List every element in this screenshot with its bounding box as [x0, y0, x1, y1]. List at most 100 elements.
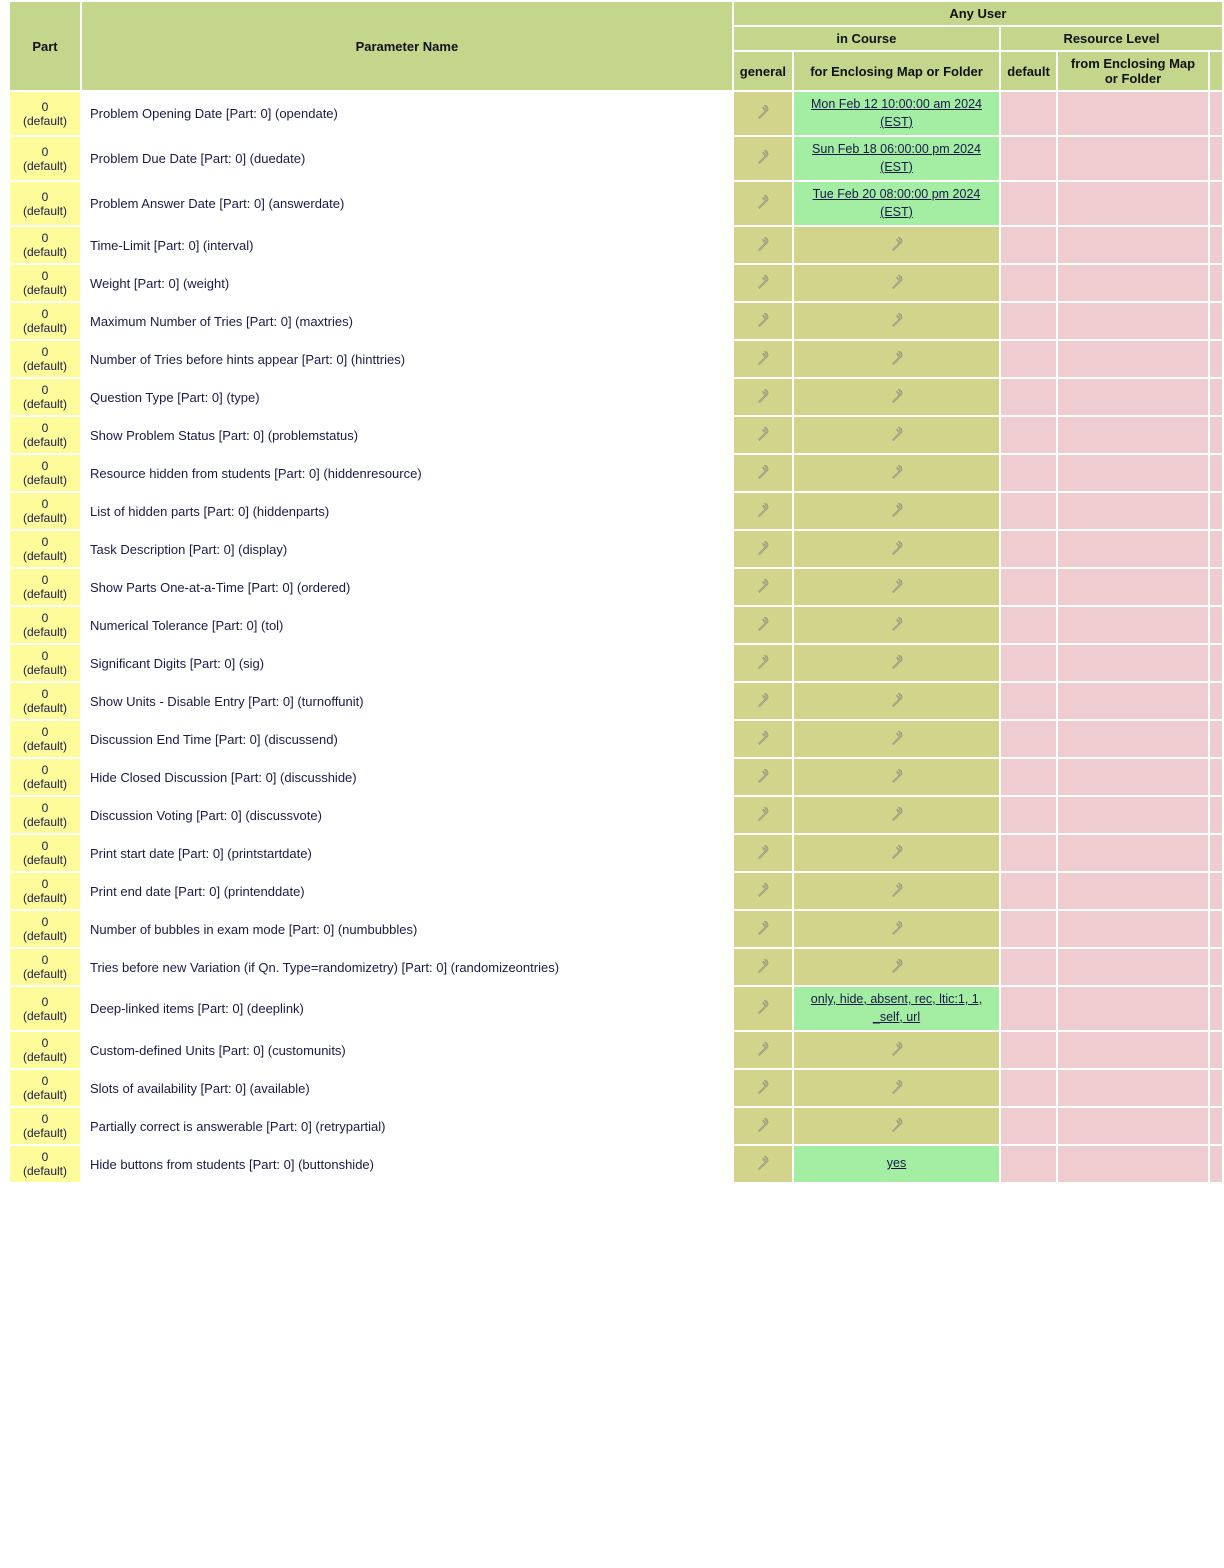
enclosing-value[interactable]: only, hide, absent, rec, ltic:1, 1, _sel…	[794, 987, 999, 1030]
edit-icon[interactable]	[756, 351, 770, 365]
enclosing-value[interactable]: yes	[794, 1146, 999, 1182]
edit-icon[interactable]	[890, 351, 904, 365]
enclosing-value[interactable]: Sun Feb 18 06:00:00 pm 2024 (EST)	[794, 137, 999, 180]
enclosing-value[interactable]	[794, 341, 999, 377]
edit-icon[interactable]	[756, 693, 770, 707]
enclosing-value[interactable]: Mon Feb 12 10:00:00 am 2024 (EST)	[794, 92, 999, 135]
edit-icon[interactable]	[890, 237, 904, 251]
edit-icon[interactable]	[756, 105, 770, 119]
edit-icon[interactable]	[756, 959, 770, 973]
edit-icon[interactable]	[756, 465, 770, 479]
general-edit[interactable]	[734, 182, 792, 225]
general-edit[interactable]	[734, 531, 792, 567]
general-edit[interactable]	[734, 607, 792, 643]
edit-icon[interactable]	[756, 769, 770, 783]
edit-icon[interactable]	[756, 655, 770, 669]
edit-icon[interactable]	[890, 541, 904, 555]
edit-icon[interactable]	[890, 1042, 904, 1056]
edit-icon[interactable]	[890, 1080, 904, 1094]
enclosing-value[interactable]	[794, 417, 999, 453]
edit-icon[interactable]	[890, 693, 904, 707]
edit-icon[interactable]	[756, 731, 770, 745]
general-edit[interactable]	[734, 379, 792, 415]
edit-icon[interactable]	[756, 275, 770, 289]
edit-icon[interactable]	[890, 655, 904, 669]
enclosing-value[interactable]	[794, 493, 999, 529]
edit-icon[interactable]	[890, 389, 904, 403]
general-edit[interactable]	[734, 721, 792, 757]
edit-icon[interactable]	[756, 503, 770, 517]
enclosing-value[interactable]	[794, 1032, 999, 1068]
edit-icon[interactable]	[890, 883, 904, 897]
enclosing-value[interactable]	[794, 569, 999, 605]
enclosing-value[interactable]	[794, 227, 999, 263]
general-edit[interactable]	[734, 227, 792, 263]
general-edit[interactable]	[734, 569, 792, 605]
general-edit[interactable]	[734, 493, 792, 529]
enclosing-value[interactable]	[794, 911, 999, 947]
edit-icon[interactable]	[756, 1156, 770, 1170]
edit-icon[interactable]	[756, 1118, 770, 1132]
value-link[interactable]: Mon Feb 12 10:00:00 am 2024 (EST)	[811, 97, 982, 129]
edit-icon[interactable]	[756, 921, 770, 935]
edit-icon[interactable]	[756, 579, 770, 593]
general-edit[interactable]	[734, 797, 792, 833]
enclosing-value[interactable]	[794, 873, 999, 909]
edit-icon[interactable]	[756, 427, 770, 441]
edit-icon[interactable]	[756, 150, 770, 164]
general-edit[interactable]	[734, 417, 792, 453]
edit-icon[interactable]	[756, 195, 770, 209]
general-edit[interactable]	[734, 835, 792, 871]
enclosing-value[interactable]	[794, 645, 999, 681]
general-edit[interactable]	[734, 455, 792, 491]
general-edit[interactable]	[734, 92, 792, 135]
edit-icon[interactable]	[890, 465, 904, 479]
enclosing-value[interactable]	[794, 835, 999, 871]
edit-icon[interactable]	[890, 503, 904, 517]
general-edit[interactable]	[734, 265, 792, 301]
edit-icon[interactable]	[756, 617, 770, 631]
edit-icon[interactable]	[756, 845, 770, 859]
general-edit[interactable]	[734, 303, 792, 339]
edit-icon[interactable]	[756, 313, 770, 327]
general-edit[interactable]	[734, 1032, 792, 1068]
edit-icon[interactable]	[890, 275, 904, 289]
enclosing-value[interactable]	[794, 379, 999, 415]
edit-icon[interactable]	[756, 807, 770, 821]
enclosing-value[interactable]	[794, 303, 999, 339]
edit-icon[interactable]	[756, 541, 770, 555]
edit-icon[interactable]	[890, 731, 904, 745]
edit-icon[interactable]	[890, 617, 904, 631]
edit-icon[interactable]	[890, 807, 904, 821]
edit-icon[interactable]	[756, 1080, 770, 1094]
general-edit[interactable]	[734, 1108, 792, 1144]
general-edit[interactable]	[734, 683, 792, 719]
edit-icon[interactable]	[756, 237, 770, 251]
value-link[interactable]: Tue Feb 20 08:00:00 pm 2024 (EST)	[813, 187, 981, 219]
edit-icon[interactable]	[890, 313, 904, 327]
enclosing-value[interactable]	[794, 949, 999, 985]
edit-icon[interactable]	[756, 883, 770, 897]
value-link[interactable]: Sun Feb 18 06:00:00 pm 2024 (EST)	[812, 142, 981, 174]
value-link[interactable]: only, hide, absent, rec, ltic:1, 1, _sel…	[811, 992, 982, 1024]
edit-icon[interactable]	[756, 389, 770, 403]
general-edit[interactable]	[734, 759, 792, 795]
enclosing-value[interactable]	[794, 721, 999, 757]
enclosing-value[interactable]	[794, 265, 999, 301]
enclosing-value[interactable]: Tue Feb 20 08:00:00 pm 2024 (EST)	[794, 182, 999, 225]
general-edit[interactable]	[734, 341, 792, 377]
value-link[interactable]: yes	[887, 1156, 906, 1170]
edit-icon[interactable]	[890, 427, 904, 441]
general-edit[interactable]	[734, 987, 792, 1030]
edit-icon[interactable]	[756, 1042, 770, 1056]
general-edit[interactable]	[734, 949, 792, 985]
enclosing-value[interactable]	[794, 455, 999, 491]
enclosing-value[interactable]	[794, 797, 999, 833]
enclosing-value[interactable]	[794, 607, 999, 643]
edit-icon[interactable]	[890, 579, 904, 593]
general-edit[interactable]	[734, 873, 792, 909]
enclosing-value[interactable]	[794, 531, 999, 567]
edit-icon[interactable]	[890, 959, 904, 973]
enclosing-value[interactable]	[794, 759, 999, 795]
edit-icon[interactable]	[890, 769, 904, 783]
